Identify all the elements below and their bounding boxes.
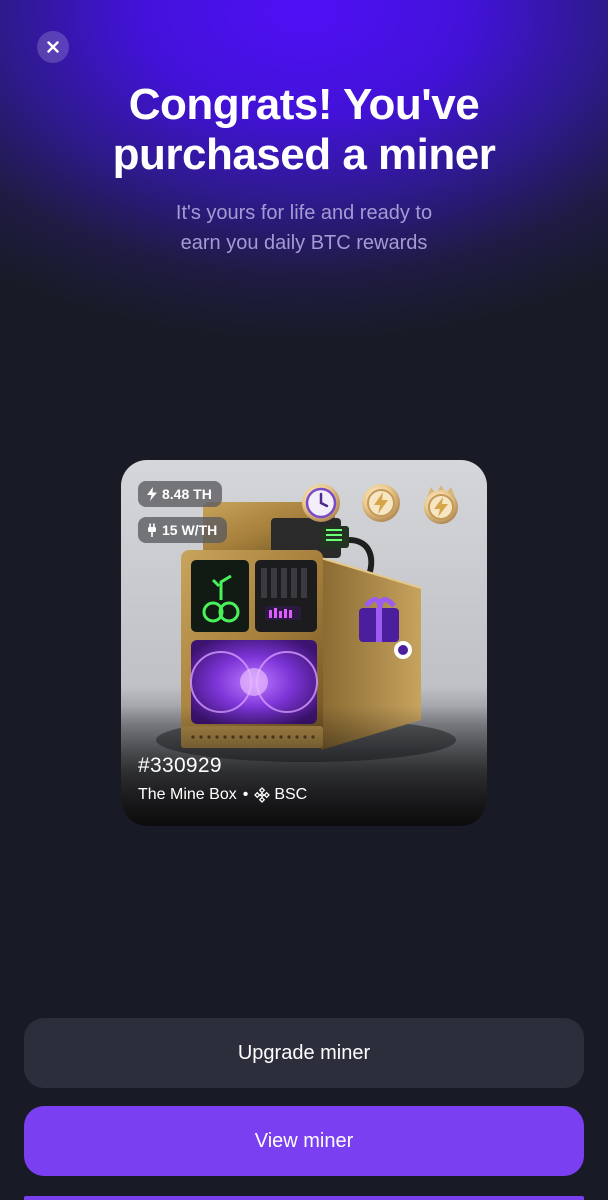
efficiency-value: 15 W/TH xyxy=(162,522,218,538)
title-line-2: purchased a miner xyxy=(112,130,496,179)
lightning-badge-icon xyxy=(361,483,401,523)
miner-id: #330929 xyxy=(138,754,222,777)
page-subtitle: It's yours for life and ready to earn yo… xyxy=(0,198,608,258)
subtitle-line-1: It's yours for life and ready to xyxy=(175,202,433,224)
miner-card[interactable]: 8.48 TH 15 W/TH #330929 The Mine Box • B… xyxy=(121,460,487,826)
miner-meta: The Mine Box • BSC xyxy=(138,786,307,804)
upgrade-miner-button[interactable]: Upgrade miner xyxy=(24,1018,584,1088)
bnb-chain-icon xyxy=(254,787,271,803)
miner-badges xyxy=(301,483,471,527)
upgrade-miner-label: Upgrade miner xyxy=(237,1041,371,1064)
miner-name: The Mine Box xyxy=(138,786,237,803)
subtitle-line-2: earn you daily BTC rewards xyxy=(180,232,428,254)
title-line-1: Congrats! You've xyxy=(128,80,480,129)
clock-badge-icon xyxy=(301,483,341,523)
close-button[interactable] xyxy=(37,31,69,63)
page-title: Congrats! You've purchased a miner xyxy=(0,80,608,180)
meta-separator: • xyxy=(242,786,249,803)
efficiency-chip: 15 W/TH xyxy=(138,517,228,543)
plug-icon xyxy=(146,523,158,537)
hashrate-chip: 8.48 TH xyxy=(138,481,222,507)
view-miner-label: View miner xyxy=(254,1129,354,1152)
miner-network: BSC xyxy=(274,786,308,803)
hashrate-value: 8.48 TH xyxy=(162,486,212,502)
lightning-crown-badge-icon xyxy=(419,483,459,524)
view-miner-button[interactable]: View miner xyxy=(24,1106,584,1176)
bottom-sheet-edge xyxy=(24,1196,584,1200)
close-icon xyxy=(47,41,59,53)
bolt-icon xyxy=(146,487,158,501)
